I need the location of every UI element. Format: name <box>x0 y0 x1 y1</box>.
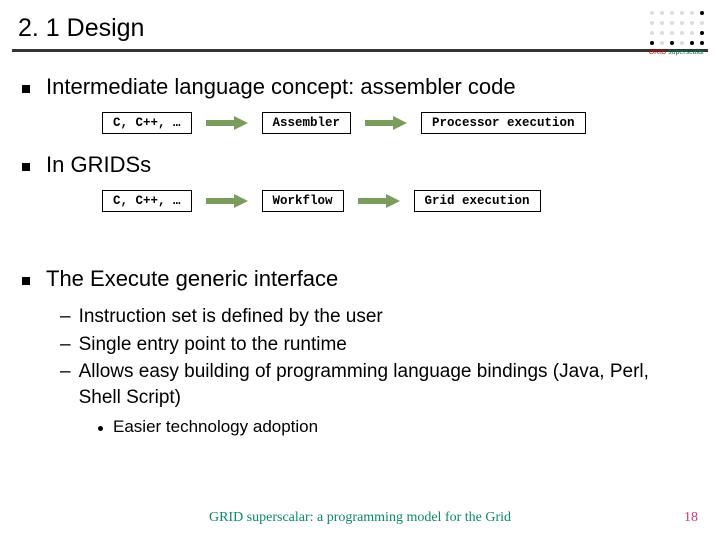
sub-bullet-item: – Instruction set is defined by the user <box>60 304 696 330</box>
bullet-item: In GRIDSs <box>22 152 696 178</box>
arrow-right-icon <box>206 194 248 208</box>
logo-dots-icon <box>647 8 706 47</box>
bullet-text: In GRIDSs <box>46 152 151 178</box>
sub-sub-bullet-text: Easier technology adoption <box>113 417 318 437</box>
bullet-text: Intermediate language concept: assembler… <box>46 74 516 100</box>
slide-title: 2. 1 Design <box>18 14 720 43</box>
sub-bullet-text: Instruction set is defined by the user <box>79 304 383 330</box>
arrow-right-icon <box>206 116 248 130</box>
square-bullet-icon <box>22 277 30 285</box>
slide-header: 2. 1 Design GRID superscalar <box>0 0 720 49</box>
square-bullet-icon <box>22 163 30 171</box>
dash-bullet-icon: – <box>60 332 71 358</box>
flow-row: C, C++, … Assembler Processor execution <box>102 112 696 134</box>
flow-box: Workflow <box>262 190 344 212</box>
arrow-right-icon <box>358 194 400 208</box>
bullet-text: The Execute generic interface <box>46 266 338 292</box>
square-bullet-icon <box>22 85 30 93</box>
slide-content: Intermediate language concept: assembler… <box>0 52 720 437</box>
flow-row: C, C++, … Workflow Grid execution <box>102 190 696 212</box>
flow-box: Grid execution <box>414 190 541 212</box>
flow-box: C, C++, … <box>102 112 192 134</box>
sub-bullet-item: – Allows easy building of programming la… <box>60 359 696 410</box>
logo: GRID superscalar <box>647 8 706 56</box>
sub-bullet-text: Single entry point to the runtime <box>79 332 347 358</box>
flow-box: Processor execution <box>421 112 586 134</box>
slide-footer: GRID superscalar: a programming model fo… <box>0 510 720 526</box>
dot-bullet-icon <box>98 426 103 431</box>
bullet-item: The Execute generic interface <box>22 266 696 292</box>
dash-bullet-icon: – <box>60 304 71 330</box>
dash-bullet-icon: – <box>60 359 71 385</box>
sub-bullet-text: Allows easy building of programming lang… <box>79 359 696 410</box>
logo-text: GRID superscalar <box>647 49 706 56</box>
page-number: 18 <box>684 510 698 526</box>
bullet-item: Intermediate language concept: assembler… <box>22 74 696 100</box>
flow-box: Assembler <box>262 112 352 134</box>
arrow-right-icon <box>365 116 407 130</box>
sub-sub-bullet-item: Easier technology adoption <box>98 417 696 437</box>
flow-box: C, C++, … <box>102 190 192 212</box>
sub-bullet-item: – Single entry point to the runtime <box>60 332 696 358</box>
